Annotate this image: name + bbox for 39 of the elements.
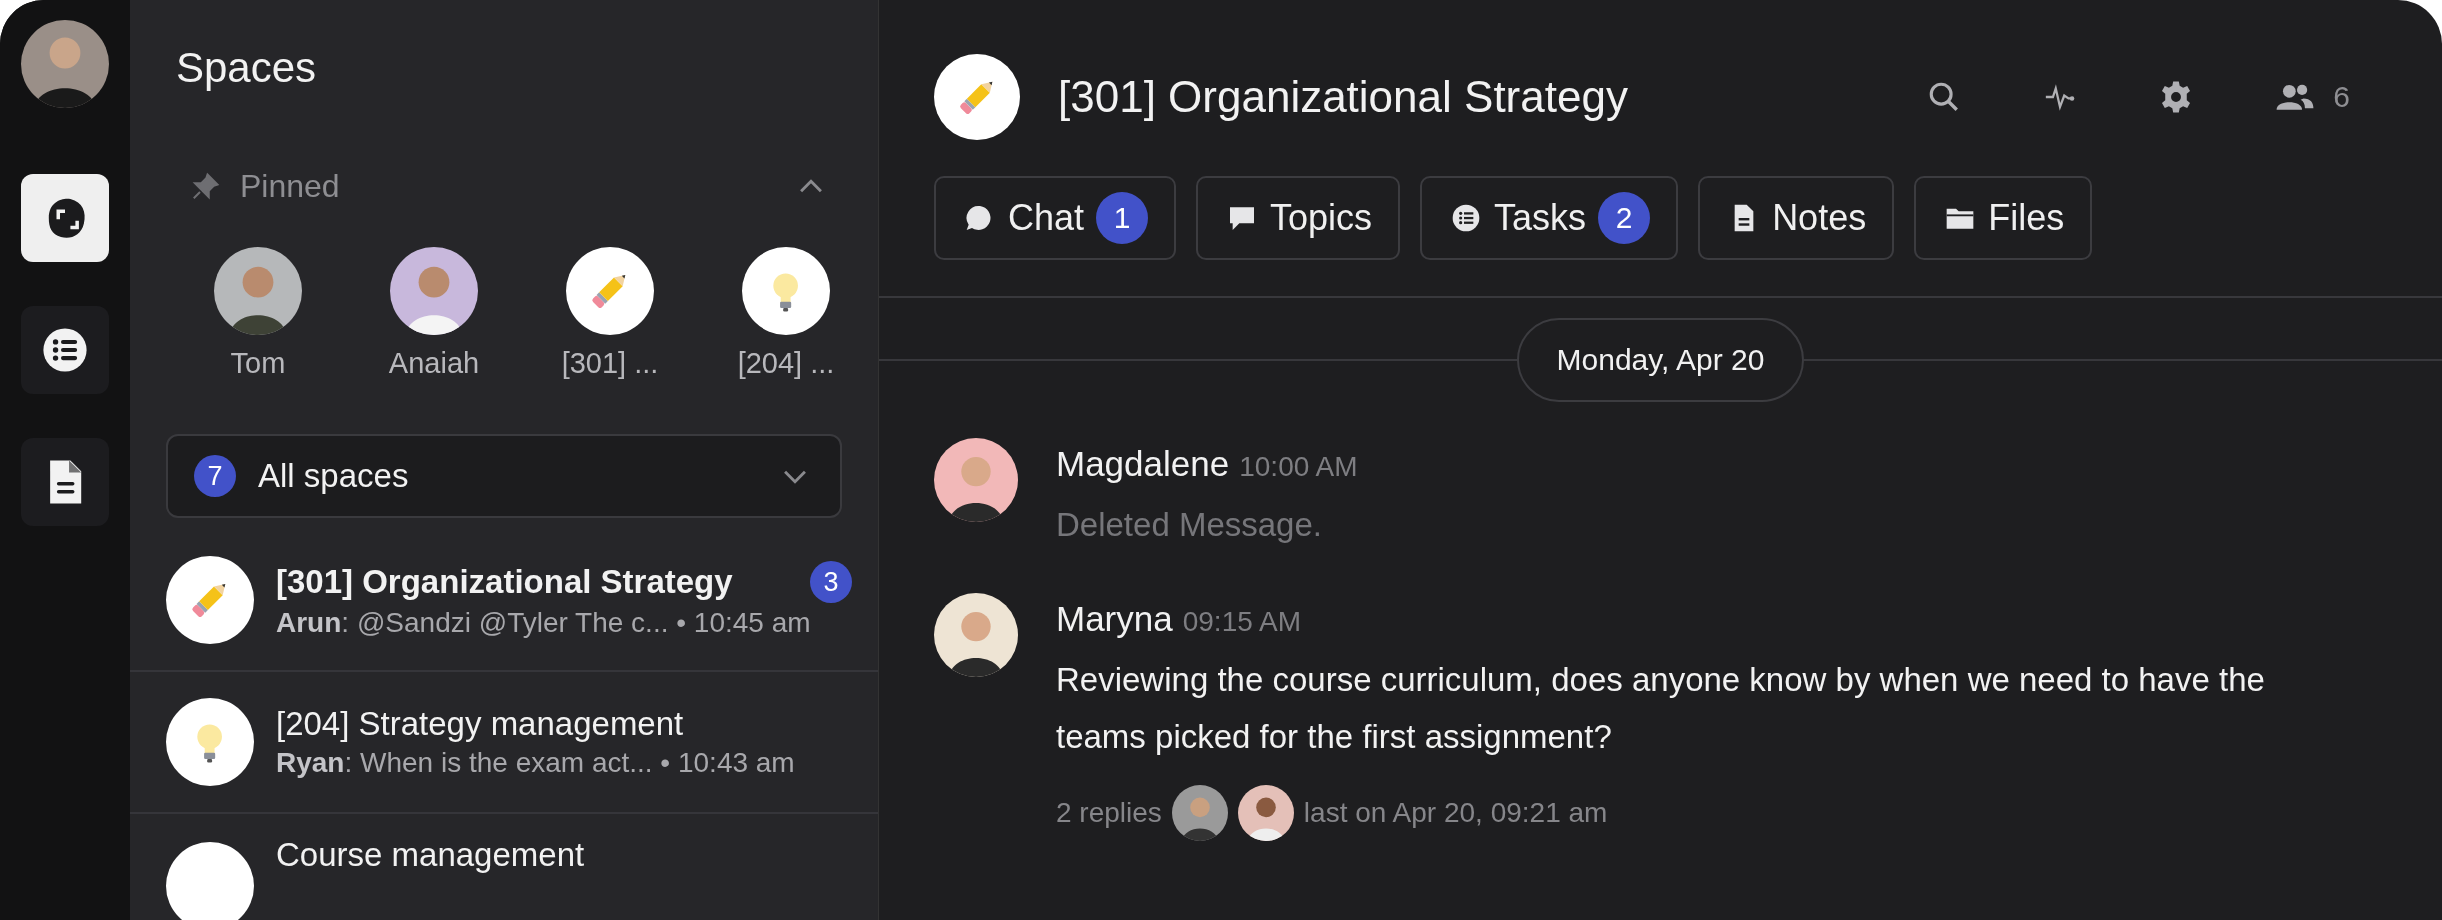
tab[interactable]: Chat 1	[934, 176, 1177, 260]
author-name: Maryna	[1056, 599, 1173, 639]
message-preview: Ryan: When is the exam act... • 10:43 am	[276, 747, 796, 779]
space-title: [204] Strategy management	[276, 705, 684, 743]
rail-button[interactable]	[21, 174, 109, 262]
count-badge: 7	[194, 455, 236, 497]
members-button[interactable]: 6	[2273, 80, 2350, 114]
tab[interactable]: Topics	[1196, 176, 1401, 260]
space-row[interactable]: Course management	[130, 814, 878, 920]
pinned-name[interactable]: Anaiah	[388, 347, 480, 380]
count-badge: 2	[1598, 192, 1651, 244]
space-title: [301] Organizational Strategy	[1058, 72, 1628, 122]
tab[interactable]: Tasks 2	[1420, 176, 1679, 260]
rail-button[interactable]	[21, 306, 109, 394]
message-preview: Arun: @Sandzi @Tyler The c... • 10:45 am	[276, 607, 812, 639]
author-name: Magdalene	[1056, 444, 1230, 484]
pinned-label: Pinned	[240, 168, 340, 205]
count-badge: 1	[1096, 192, 1149, 244]
pin-icon	[190, 171, 220, 202]
space-row[interactable]: [301] Organizational Strategy 3 Arun: @Sandzi @Tyler The c... • 10:45 am	[130, 530, 878, 672]
tab[interactable]: Files	[1914, 176, 2093, 260]
rail-button[interactable]	[21, 438, 109, 526]
message-text: Reviewing the course curriculum, does anyone know by when we need to have the teams picked for the first assignment?	[1056, 660, 2266, 757]
reply-count[interactable]: 2 replies	[1056, 797, 1162, 829]
sidebar-title: Spaces	[176, 44, 317, 92]
space-title: [301] Organizational Strategy	[276, 563, 733, 601]
pinned-name[interactable]: Tom	[230, 347, 286, 380]
spaces-dropdown[interactable]: 7 All spaces	[166, 434, 842, 518]
message-time: 10:00 AM	[1239, 451, 1358, 483]
date-divider: Monday, Apr 20	[1516, 318, 1805, 402]
pinned-name[interactable]: [204] ...	[737, 347, 835, 380]
last-reply-time: last on Apr 20, 09:21 am	[1303, 797, 1608, 829]
space-row[interactable]: [204] Strategy management Ryan: When is the exam act... • 10:43 am	[130, 672, 878, 814]
space-title: Course management	[276, 836, 585, 874]
unread-badge: 3	[810, 561, 852, 603]
message-text: Deleted Message.	[1056, 505, 1323, 545]
tab[interactable]: Notes	[1698, 176, 1895, 260]
message-time: 09:15 AM	[1182, 606, 1302, 638]
pinned-name[interactable]: [301] ...	[561, 347, 659, 380]
